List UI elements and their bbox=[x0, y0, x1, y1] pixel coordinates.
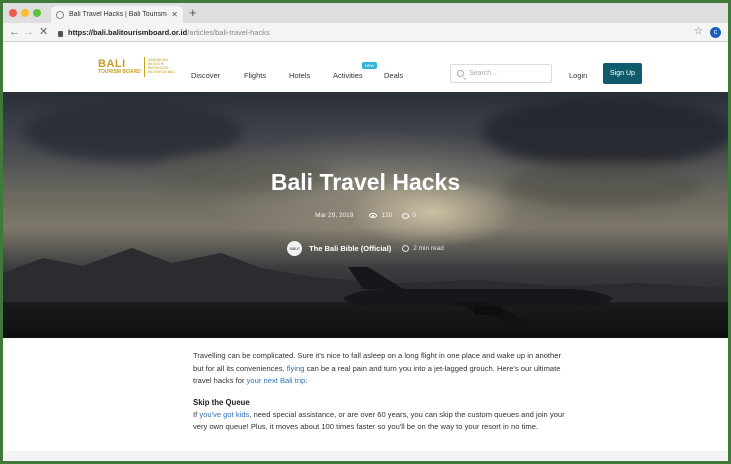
site-logo[interactable]: BALI TOURISM BOARD GABUNGAN INDUSTRI PAR… bbox=[98, 57, 178, 77]
airplane-silhouette bbox=[343, 267, 613, 325]
lock-icon bbox=[58, 30, 63, 37]
stop-icon[interactable]: ✕ bbox=[39, 25, 48, 39]
nav-hotels[interactable]: Hotels bbox=[289, 71, 310, 80]
nav-flights[interactable]: Flights bbox=[244, 71, 266, 80]
eye-icon bbox=[369, 213, 378, 218]
new-tab-button[interactable]: + bbox=[189, 5, 197, 21]
search-placeholder: Search... bbox=[469, 70, 498, 77]
search-icon bbox=[457, 70, 464, 77]
nav-deals[interactable]: Deals bbox=[384, 71, 403, 80]
nav-discover[interactable]: Discover bbox=[191, 71, 220, 80]
read-time: 2 min read bbox=[413, 245, 444, 252]
signup-button[interactable]: Sign Up bbox=[603, 63, 642, 84]
hero-banner: Bali Travel Hacks Mar 29, 2019 120 0 BIB… bbox=[3, 92, 728, 338]
logo-divider bbox=[143, 57, 145, 77]
site-header: BALI TOURISM BOARD GABUNGAN INDUSTRI PAR… bbox=[3, 42, 728, 92]
flying-link[interactable]: flying bbox=[287, 364, 305, 373]
bottom-edge bbox=[3, 451, 728, 461]
close-icon[interactable]: ✕ bbox=[171, 10, 178, 19]
kids-link[interactable]: you've got kids bbox=[199, 410, 249, 419]
author-avatar[interactable]: BIBLE bbox=[287, 241, 303, 256]
browser-tab-bar: Bali Travel Hacks | Bali Tourism ✕ + bbox=[3, 3, 728, 23]
url-field[interactable]: https://bali.balitourismboard.or.id /art… bbox=[58, 25, 678, 40]
back-icon[interactable]: ← bbox=[9, 25, 20, 39]
section-heading: Skip the Queue bbox=[193, 397, 250, 407]
url-path: /articles/bali-travel-hacks bbox=[187, 28, 270, 37]
forward-icon[interactable]: → bbox=[23, 25, 34, 39]
bookmark-star-icon[interactable]: ☆ bbox=[694, 26, 703, 37]
logo-subtitle: TOURISM BOARD bbox=[98, 69, 141, 75]
address-bar: ← → ✕ https://bali.balitourismboard.or.i… bbox=[3, 23, 728, 42]
url-host: https://bali.balitourismboard.or.id bbox=[68, 28, 188, 37]
article-meta: Mar 29, 2019 120 0 bbox=[3, 212, 728, 219]
nav-activities[interactable]: Activities bbox=[333, 71, 363, 80]
section-paragraph: If you've got kids, need special assista… bbox=[193, 409, 573, 434]
intro-paragraph: Travelling can be complicated. Sure it's… bbox=[193, 350, 573, 388]
logo-gov-text: GABUNGAN INDUSTRI PARIWISATA INDONESIA B… bbox=[147, 58, 176, 74]
cloud-shape bbox=[483, 97, 728, 167]
clock-icon bbox=[402, 245, 410, 252]
article-body: Travelling can be complicated. Sure it's… bbox=[193, 350, 573, 443]
section-text: , need special assistance, or are over 6… bbox=[193, 409, 565, 432]
publish-date: Mar 29, 2019 bbox=[315, 212, 354, 219]
bali-trip-link[interactable]: your next Bali trip bbox=[247, 376, 306, 385]
comment-count: 0 bbox=[412, 212, 416, 219]
tab-title: Bali Travel Hacks | Bali Tourism bbox=[69, 11, 167, 18]
page-title: Bali Travel Hacks bbox=[270, 169, 461, 195]
search-input[interactable]: Search... bbox=[450, 64, 552, 83]
author-row: BIBLE The Bali Bible (Official) 2 min re… bbox=[3, 241, 728, 256]
browser-tab[interactable]: Bali Travel Hacks | Bali Tourism ✕ bbox=[51, 6, 183, 23]
login-link[interactable]: Login bbox=[569, 71, 587, 80]
close-window-button[interactable] bbox=[9, 9, 17, 17]
maximize-window-button[interactable] bbox=[33, 9, 41, 17]
loading-icon bbox=[56, 10, 64, 19]
intro-text: : bbox=[305, 376, 308, 385]
screenshot-frame: Bali Travel Hacks | Bali Tourism ✕ + ← →… bbox=[0, 0, 731, 464]
new-badge: NEW bbox=[362, 62, 378, 69]
comment-icon bbox=[402, 212, 410, 219]
author-name[interactable]: The Bali Bible (Official) bbox=[309, 244, 391, 253]
view-count: 120 bbox=[381, 212, 393, 219]
profile-avatar[interactable]: c bbox=[710, 27, 721, 38]
minimize-window-button[interactable] bbox=[21, 9, 29, 17]
